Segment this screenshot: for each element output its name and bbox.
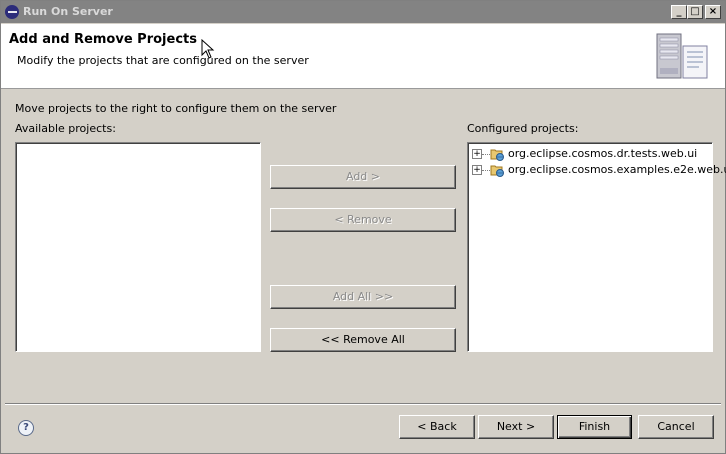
mouse-cursor-icon [201, 39, 215, 59]
run-on-server-dialog: Run On Server _ □ × Add and Remove Proje… [0, 0, 726, 454]
close-icon[interactable]: × [705, 5, 721, 19]
next-button[interactable]: Next > [478, 415, 554, 439]
wizard-header: Add and Remove Projects Modify the proje… [1, 24, 725, 89]
available-projects-label: Available projects: [15, 122, 116, 135]
window-title: Run On Server [23, 5, 113, 18]
server-icon [656, 33, 708, 79]
add-button[interactable]: Add > [270, 165, 456, 189]
expand-icon[interactable]: + [472, 149, 482, 159]
remove-all-button[interactable]: << Remove All [270, 328, 456, 352]
help-icon[interactable]: ? [18, 420, 34, 436]
instruction-text: Move projects to the right to configure … [15, 102, 337, 115]
page-description: Modify the projects that are configured … [17, 54, 309, 67]
minimize-icon[interactable]: _ [671, 5, 687, 19]
expand-icon[interactable]: + [472, 165, 482, 175]
configured-projects-tree[interactable]: + org.eclipse.cosmos.dr.tests.web.ui + o… [467, 142, 726, 352]
remove-button[interactable]: < Remove [270, 208, 456, 232]
tree-item-label: org.eclipse.cosmos.examples.e2e.web.ui [508, 163, 726, 176]
add-all-button[interactable]: Add All >> [270, 285, 456, 309]
title-bar: Run On Server _ □ × [1, 1, 725, 23]
maximize-icon[interactable]: □ [687, 5, 703, 19]
web-project-icon [490, 165, 504, 177]
tree-item-label: org.eclipse.cosmos.dr.tests.web.ui [508, 147, 698, 160]
finish-button[interactable]: Finish [557, 415, 632, 439]
footer-separator [5, 403, 721, 405]
eclipse-icon [5, 5, 19, 19]
cancel-button[interactable]: Cancel [638, 415, 714, 439]
web-project-icon [490, 149, 504, 161]
configured-projects-label: Configured projects: [467, 122, 579, 135]
page-title: Add and Remove Projects [9, 32, 197, 47]
back-button[interactable]: < Back [399, 415, 475, 439]
available-projects-list[interactable] [15, 142, 261, 352]
